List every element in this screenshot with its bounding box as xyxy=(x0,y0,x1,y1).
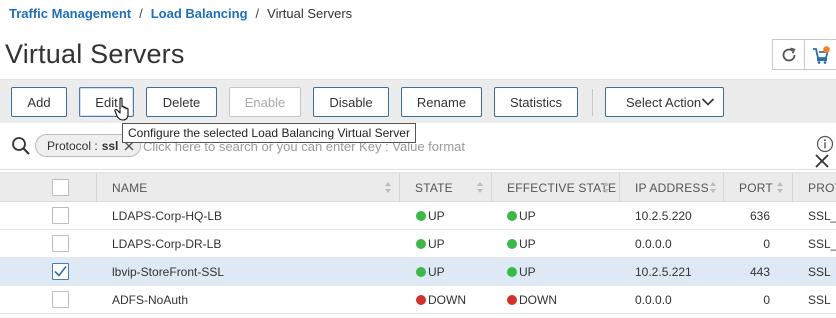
state-text: UP xyxy=(428,208,445,223)
column-header-protocol[interactable]: PROT xyxy=(808,173,836,202)
cell-name: LDAPS-Corp-DR-LB xyxy=(112,236,222,251)
tooltip: Configure the selected Load Balancing Vi… xyxy=(122,123,416,143)
virtual-servers-table: NAME STATE EFFECTIVE STATE IP ADDRESS PO… xyxy=(0,172,836,314)
select-action-label: Select Action xyxy=(626,94,702,110)
column-header-ip-address[interactable]: IP ADDRESS xyxy=(635,173,709,202)
status-up-icon xyxy=(416,266,426,277)
cell-port: 443 xyxy=(749,264,770,279)
select-action-dropdown[interactable]: Select Action xyxy=(605,87,724,117)
cell-name: lbvip-StoreFront-SSL xyxy=(112,264,225,279)
sort-icon[interactable] xyxy=(776,181,784,194)
cell-state: DOWN xyxy=(416,286,466,313)
refresh-button[interactable] xyxy=(772,39,805,70)
breadcrumb-separator: / xyxy=(139,6,143,21)
cell-state: UP xyxy=(416,202,445,229)
column-header-port[interactable]: PORT xyxy=(739,173,773,202)
cart-icon xyxy=(813,45,830,64)
cell-ip: 0.0.0.0 xyxy=(635,292,672,307)
cell-port: 636 xyxy=(749,208,770,223)
breadcrumb: Traffic Management / Load Balancing / Vi… xyxy=(9,6,352,21)
breadcrumb-link-traffic-management[interactable]: Traffic Management xyxy=(9,6,131,21)
breadcrumb-separator: / xyxy=(255,6,260,21)
search-icon xyxy=(12,137,30,155)
status-down-icon xyxy=(507,294,517,305)
row-checkbox[interactable] xyxy=(52,291,69,308)
status-up-icon xyxy=(507,210,517,221)
cell-protocol: SSL_ xyxy=(808,208,836,223)
delete-button[interactable]: Delete xyxy=(146,87,217,117)
statistics-button[interactable]: Statistics xyxy=(494,87,578,117)
cell-name: ADFS-NoAuth xyxy=(112,292,189,307)
effective-state-text: UP xyxy=(519,236,536,251)
cell-protocol: SSL_ xyxy=(808,236,836,251)
toolbar-divider xyxy=(592,89,593,116)
cell-port: 0 xyxy=(763,292,770,307)
cell-effective-state: UP xyxy=(507,230,536,257)
chip-key: Protocol : xyxy=(47,138,98,153)
cell-state: UP xyxy=(416,230,445,257)
checkmark-icon xyxy=(54,266,67,277)
status-down-icon xyxy=(416,294,426,305)
column-header-state[interactable]: STATE xyxy=(415,173,453,202)
page-actions xyxy=(772,39,836,70)
cell-ip: 0.0.0.0 xyxy=(635,236,672,251)
cell-effective-state: UP xyxy=(507,202,536,229)
status-up-icon xyxy=(507,266,517,277)
column-divider xyxy=(723,173,724,202)
status-up-icon xyxy=(507,238,517,249)
sort-icon[interactable] xyxy=(709,181,717,194)
column-divider xyxy=(96,173,97,202)
table-header: NAME STATE EFFECTIVE STATE IP ADDRESS PO… xyxy=(0,172,836,202)
column-divider xyxy=(792,173,793,202)
action-toolbar: Add Edit Delete Enable Disable Rename St… xyxy=(0,79,836,123)
table-row[interactable]: lbvip-StoreFront-SSL UP UP 10.2.5.221 44… xyxy=(0,258,836,286)
sort-icon[interactable] xyxy=(476,181,484,194)
table-row[interactable]: LDAPS-Corp-HQ-LB UP UP 10.2.5.220 636 SS… xyxy=(0,202,836,230)
hand-cursor-icon xyxy=(114,97,129,121)
state-text: UP xyxy=(428,264,445,279)
column-header-name[interactable]: NAME xyxy=(112,173,147,202)
close-icon[interactable] xyxy=(814,153,830,169)
chip-value: ssl xyxy=(101,138,119,153)
disable-button[interactable]: Disable xyxy=(313,87,389,117)
state-text: UP xyxy=(428,236,445,251)
cell-effective-state: UP xyxy=(507,258,536,285)
table-row[interactable]: ADFS-NoAuth DOWN DOWN 0.0.0.0 0 SSL xyxy=(0,286,836,314)
sort-icon[interactable] xyxy=(384,181,392,194)
sort-icon[interactable] xyxy=(602,181,610,194)
breadcrumb-link-load-balancing[interactable]: Load Balancing xyxy=(151,6,248,21)
select-all-checkbox[interactable] xyxy=(52,179,69,196)
refresh-icon xyxy=(782,47,795,61)
status-up-icon xyxy=(416,210,426,221)
cell-protocol: SSL xyxy=(808,264,831,279)
page-title: Virtual Servers xyxy=(5,39,185,69)
enable-button[interactable]: Enable xyxy=(229,87,301,117)
cell-ip: 10.2.5.220 xyxy=(635,208,692,223)
status-up-icon xyxy=(416,238,426,249)
cell-ip: 10.2.5.221 xyxy=(635,264,692,279)
row-checkbox[interactable] xyxy=(52,235,69,252)
rename-button[interactable]: Rename xyxy=(401,87,482,117)
row-checkbox[interactable] xyxy=(52,263,69,280)
column-divider xyxy=(491,173,492,202)
effective-state-text: UP xyxy=(519,208,536,223)
cart-button[interactable] xyxy=(805,39,836,70)
cell-name: LDAPS-Corp-HQ-LB xyxy=(112,208,223,223)
info-icon[interactable] xyxy=(816,135,834,153)
effective-state-text: DOWN xyxy=(519,292,557,307)
cell-effective-state: DOWN xyxy=(507,286,557,313)
column-header-effective-state[interactable]: EFFECTIVE STATE xyxy=(507,173,616,202)
cell-state: UP xyxy=(416,258,445,285)
cell-protocol: SSL xyxy=(808,292,831,307)
breadcrumb-current: Virtual Servers xyxy=(267,6,353,21)
cell-port: 0 xyxy=(763,236,770,251)
column-divider xyxy=(619,173,620,202)
table-row[interactable]: LDAPS-Corp-DR-LB UP UP 0.0.0.0 0 SSL_ xyxy=(0,230,836,258)
state-text: DOWN xyxy=(428,292,466,307)
chevron-down-icon xyxy=(701,98,715,106)
column-divider xyxy=(399,173,400,202)
effective-state-text: UP xyxy=(519,264,536,279)
row-checkbox[interactable] xyxy=(52,207,69,224)
add-button[interactable]: Add xyxy=(11,87,67,117)
